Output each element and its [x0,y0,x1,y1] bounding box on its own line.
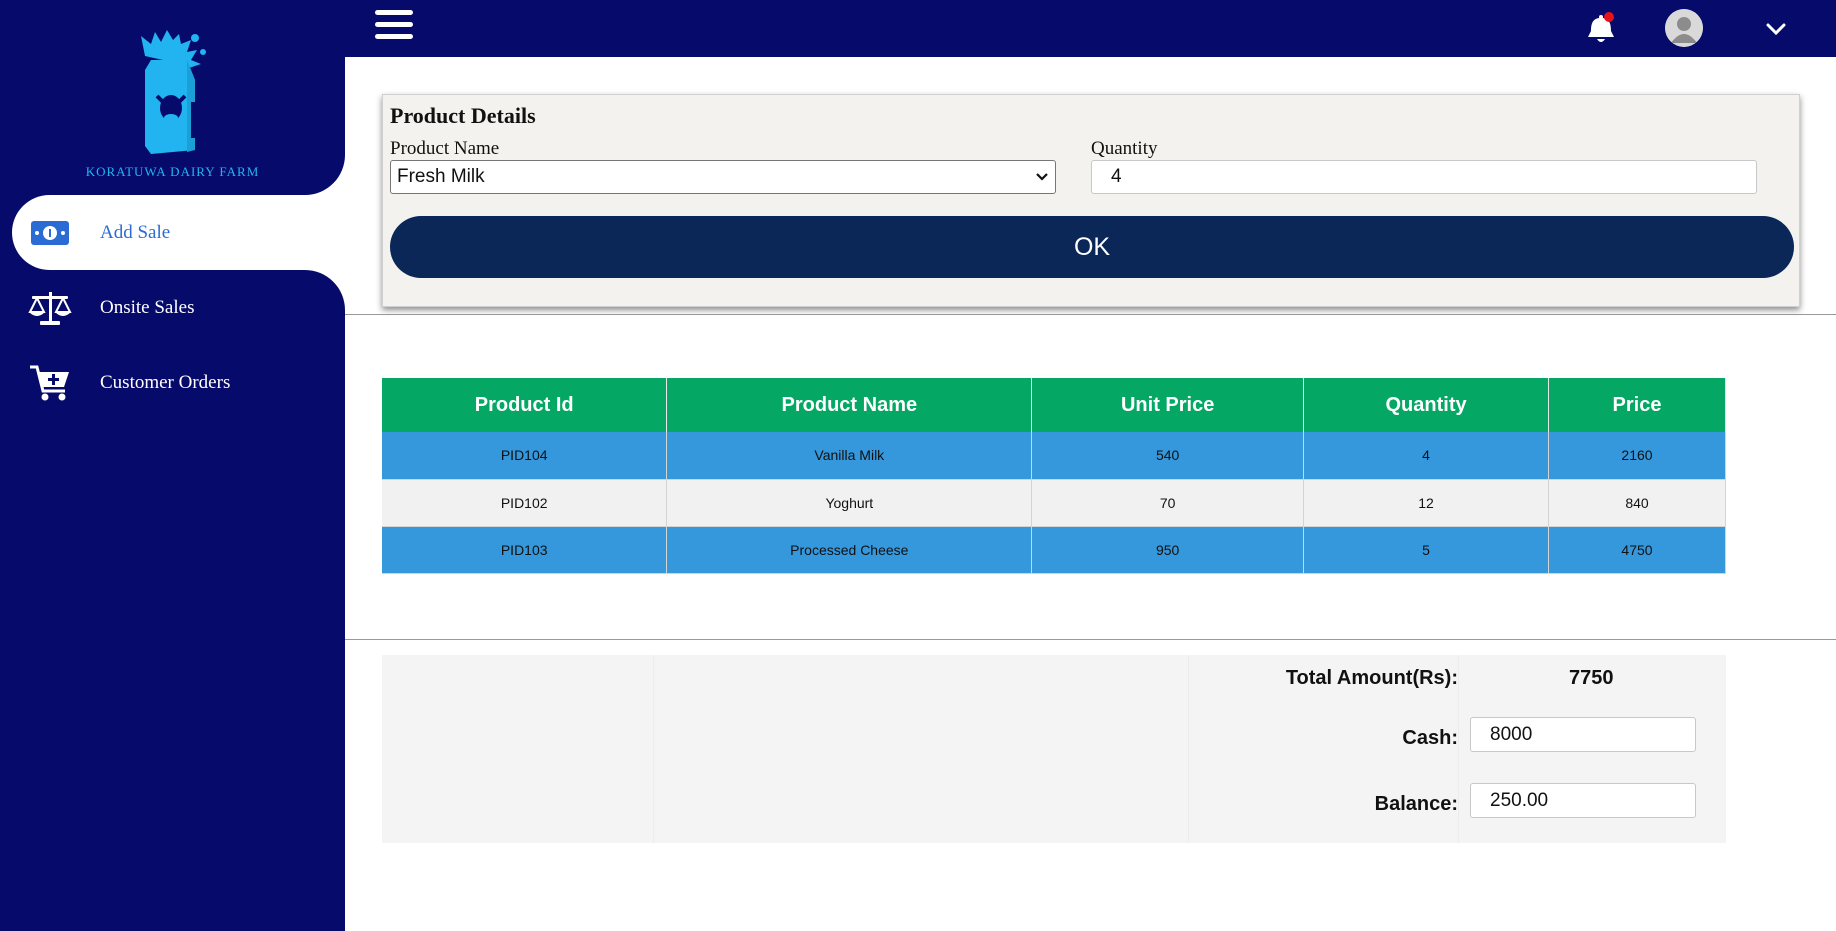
cell-quantity: 5 [1303,526,1550,574]
divider [345,314,1836,315]
notification-dot [1604,12,1614,22]
cell-unit-price: 540 [1031,432,1305,480]
product-details-card: Product Details Product Name Fresh Milk … [382,94,1800,307]
chevron-down-icon[interactable] [1765,18,1787,40]
sidebar-item-onsite-sales[interactable]: Onsite Sales [0,270,345,345]
cell-price: 4750 [1548,526,1726,574]
table-row[interactable]: PID102 Yoghurt 70 12 840 [382,479,1726,527]
cell-price: 2160 [1548,432,1726,480]
cell-quantity: 4 [1303,432,1550,480]
product-name-label: Product Name [390,138,500,159]
cart-plus-icon [28,361,72,405]
hamburger-icon[interactable] [375,10,413,46]
cell-product-name: Yoghurt [666,479,1033,527]
cell-price: 840 [1548,479,1726,527]
sidebar-item-label: Onsite Sales [100,296,195,318]
product-name-select[interactable]: Fresh Milk [390,160,1056,194]
cell-unit-price: 950 [1031,526,1305,574]
cell-product-name: Processed Cheese [666,526,1033,574]
logo: KORATUWA DAIRY FARM [0,0,345,195]
table-header-row: Product Id Product Name Unit Price Quant… [382,378,1726,432]
sidebar-item-label: Add Sale [100,221,171,243]
column-header: Price [1548,378,1726,432]
ok-button[interactable]: OK [390,216,1794,278]
user-avatar-icon[interactable] [1665,9,1703,47]
bell-icon[interactable] [1585,12,1617,46]
brand-name: KORATUWA DAIRY FARM [85,164,260,179]
sidebar-item-customer-orders[interactable]: Customer Orders [0,345,345,420]
card-title: Product Details [390,103,536,128]
cash-input[interactable]: 8000 [1470,717,1696,752]
chevron-down-icon [1036,173,1048,181]
column-header: Product Id [382,378,668,432]
cash-label: Cash: [1402,727,1458,749]
money-bill-icon [28,211,72,255]
quantity-label: Quantity [1091,138,1158,159]
cell-product-id: PID103 [382,526,668,574]
column-header: Quantity [1303,378,1550,432]
milk-carton-logo-icon [140,30,206,154]
balance-label: Balance: [1374,793,1458,815]
sidebar: KORATUWA DAIRY FARM Add Sale Onsite Sale… [0,0,352,931]
cell-product-id: PID102 [382,479,668,527]
column-header: Unit Price [1031,378,1305,432]
quantity-input[interactable]: 4 [1091,160,1757,194]
product-name-value: Fresh Milk [397,166,485,187]
cell-unit-price: 70 [1031,479,1305,527]
total-amount-value: 7750 [1569,667,1614,689]
total-amount-label: Total Amount(Rs): [1285,667,1458,689]
table-row[interactable]: PID104 Vanilla Milk 540 4 2160 [382,432,1726,480]
divider [345,639,1836,640]
cell-quantity: 12 [1303,479,1550,527]
totals-panel: Total Amount(Rs): 7750 Cash: 8000 Balanc… [382,655,1726,843]
balance-input[interactable]: 250.00 [1470,783,1696,818]
top-bar [345,0,1836,57]
table-row[interactable]: PID103 Processed Cheese 950 5 4750 [382,526,1726,574]
column-header: Product Name [666,378,1033,432]
sidebar-item-add-sale[interactable]: Add Sale [0,155,352,310]
sidebar-item-label: Customer Orders [100,371,231,393]
cell-product-id: PID104 [382,432,668,480]
cell-product-name: Vanilla Milk [666,432,1033,480]
sales-table: Product Id Product Name Unit Price Quant… [382,378,1726,574]
main-content: Product Details Product Name Fresh Milk … [345,57,1836,931]
balance-scale-icon [28,286,72,330]
